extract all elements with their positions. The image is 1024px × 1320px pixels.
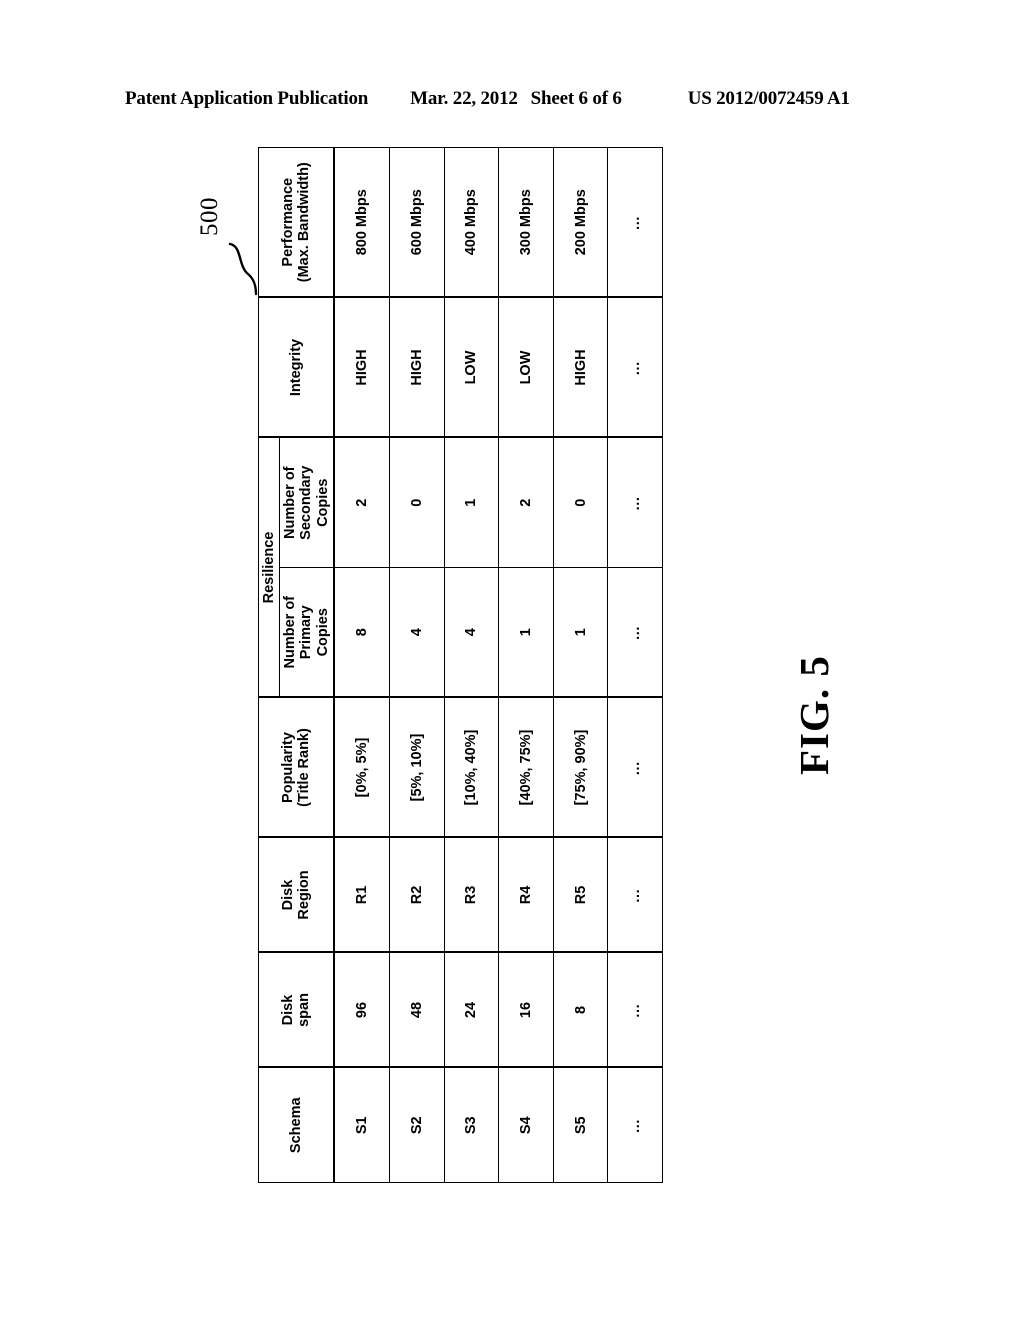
header-secondary-line3: Copies (314, 478, 331, 527)
cell-integrity: … (607, 297, 663, 438)
header-integrity: Integrity (258, 297, 334, 438)
header-disk-region: Disk Region (258, 837, 334, 953)
cell-popularity: [0%, 5%] (333, 697, 390, 838)
cell-performance: 300 Mbps (498, 147, 554, 298)
table-row: S1 96 R1 [0%, 5%] 8 2 HIGH 800 Mbps (333, 147, 390, 1183)
cell-disk-span: 48 (389, 952, 445, 1068)
cell-disk-region: R2 (389, 837, 445, 953)
schema-table: Schema Disk span Disk Region Popularity … (258, 147, 663, 1183)
cell-disk-span: 16 (498, 952, 554, 1068)
header-secondary-line2: Secondary (298, 465, 315, 540)
header-disk-span-line2: span (295, 993, 312, 1027)
header-disk-span-line1: Disk (279, 994, 296, 1026)
cell-secondary-copies: 0 (553, 437, 608, 568)
header-disk-span: Disk span (258, 952, 334, 1068)
cell-schema: S4 (498, 1067, 554, 1183)
cell-disk-span: 24 (444, 952, 499, 1068)
cell-integrity: LOW (444, 297, 499, 438)
header-popularity-line1: Popularity (279, 732, 296, 803)
cell-primary-copies: 1 (498, 567, 554, 698)
cell-disk-span: 96 (333, 952, 390, 1068)
header-disk-region-line2: Region (295, 870, 312, 920)
cell-integrity: LOW (498, 297, 554, 438)
table-row: … … … … … … … … (607, 147, 663, 1183)
header-disk-region-line1: Disk (279, 879, 296, 911)
cell-secondary-copies: … (607, 437, 663, 568)
cell-disk-region: R5 (553, 837, 608, 953)
cell-performance: 800 Mbps (333, 147, 390, 298)
cell-disk-region: R4 (498, 837, 554, 953)
cell-primary-copies: 8 (333, 567, 390, 698)
header-primary-line3: Copies (314, 608, 331, 657)
header-primary-copies: Number of Primary Copies (279, 567, 334, 698)
table-row: S4 16 R4 [40%, 75%] 1 2 LOW 300 Mbps (498, 147, 554, 1183)
cell-popularity: [5%, 10%] (389, 697, 445, 838)
cell-popularity: [40%, 75%] (498, 697, 554, 838)
header-performance-line2: (Max. Bandwidth) (295, 162, 312, 283)
cell-popularity: [10%, 40%] (444, 697, 499, 838)
reference-numeral-500: 500 (196, 197, 223, 236)
table-body: S1 96 R1 [0%, 5%] 8 2 HIGH 800 Mbps S2 4… (333, 147, 663, 1183)
header-primary-line2: Primary (298, 605, 315, 660)
header-performance: Performance (Max. Bandwidth) (258, 147, 334, 298)
cell-schema: S2 (389, 1067, 445, 1183)
cell-primary-copies: … (607, 567, 663, 698)
cell-secondary-copies: 2 (333, 437, 390, 568)
header-popularity: Popularity (Title Rank) (258, 697, 334, 838)
cell-primary-copies: 4 (389, 567, 445, 698)
cell-disk-region: R3 (444, 837, 499, 953)
figure-500: 500 Schema Disk span Disk Region Popular… (0, 0, 1024, 1320)
cell-popularity: [75%, 90%] (553, 697, 608, 838)
header-resilience: Resilience (258, 437, 280, 698)
cell-performance: 200 Mbps (553, 147, 608, 298)
cell-performance: 400 Mbps (444, 147, 499, 298)
cell-disk-region: … (607, 837, 663, 953)
cell-secondary-copies: 2 (498, 437, 554, 568)
table-row: S5 8 R5 [75%, 90%] 1 0 HIGH 200 Mbps (553, 147, 608, 1183)
cell-secondary-copies: 0 (389, 437, 445, 568)
cell-secondary-copies: 1 (444, 437, 499, 568)
cell-schema: S3 (444, 1067, 499, 1183)
cell-integrity: HIGH (389, 297, 445, 438)
cell-primary-copies: 1 (553, 567, 608, 698)
cell-disk-span: … (607, 952, 663, 1068)
cell-performance: 600 Mbps (389, 147, 445, 298)
cell-performance: … (607, 147, 663, 298)
cell-primary-copies: 4 (444, 567, 499, 698)
header-schema: Schema (258, 1067, 334, 1183)
cell-schema: S1 (333, 1067, 390, 1183)
header-primary-line1: Number of (282, 596, 299, 669)
header-performance-line1: Performance (279, 177, 296, 267)
header-popularity-line2: (Title Rank) (295, 728, 312, 807)
table-head: Schema Disk span Disk Region Popularity … (258, 147, 334, 1183)
header-secondary-copies: Number of Secondary Copies (279, 437, 334, 568)
header-secondary-line1: Number of (282, 466, 299, 540)
cell-schema: S5 (553, 1067, 608, 1183)
cell-popularity: … (607, 697, 663, 838)
figure-caption: FIG. 5 (791, 655, 837, 775)
cell-disk-region: R1 (333, 837, 390, 953)
table-row: S2 48 R2 [5%, 10%] 4 0 HIGH 600 Mbps (389, 147, 445, 1183)
schema-table-rotated: Schema Disk span Disk Region Popularity … (258, 147, 663, 1183)
cell-integrity: HIGH (553, 297, 608, 438)
table-row: S3 24 R3 [10%, 40%] 4 1 LOW 400 Mbps (444, 147, 499, 1183)
header-row-top: Schema Disk span Disk Region Popularity … (258, 147, 334, 1183)
cell-integrity: HIGH (333, 297, 390, 438)
cell-schema: … (607, 1067, 663, 1183)
cell-disk-span: 8 (553, 952, 608, 1068)
